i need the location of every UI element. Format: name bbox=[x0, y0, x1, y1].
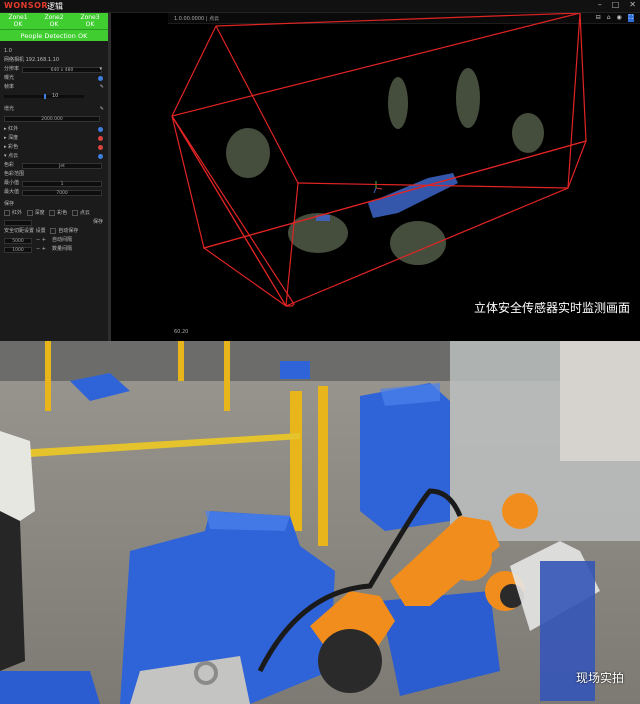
save-path-input[interactable] bbox=[4, 219, 32, 226]
window-controls: – □ ✕ bbox=[598, 0, 636, 9]
fps-readout: 60.20 bbox=[174, 329, 189, 335]
resolution-select[interactable]: 640 x 480 bbox=[22, 66, 102, 73]
version-label: 1.0 bbox=[4, 48, 12, 54]
depth-toggle[interactable] bbox=[98, 136, 103, 141]
factory-scene-image bbox=[0, 341, 640, 704]
save-button[interactable]: 保存 bbox=[93, 218, 103, 227]
colormap-row: 色彩 Jet bbox=[0, 161, 108, 170]
auto-reset-button[interactable]: 设置 bbox=[36, 228, 46, 234]
zone-3-status: Zone3 OK bbox=[80, 14, 100, 28]
save-color-checkbox[interactable] bbox=[49, 209, 56, 216]
count-row: 1000 − + 数量间隔 bbox=[0, 245, 108, 254]
framerate-slider[interactable] bbox=[4, 94, 84, 99]
close-button[interactable]: ✕ bbox=[629, 0, 636, 9]
save-ir-checkbox[interactable] bbox=[4, 209, 10, 216]
exposure-row: 曝光 bbox=[0, 74, 108, 83]
zone-status-row: Zone1 OK Zone2 OK Zone3 OK bbox=[0, 13, 108, 29]
range-header: 色彩范围 bbox=[4, 171, 25, 177]
maximize-button[interactable]: □ bbox=[612, 0, 620, 9]
interval-stepper[interactable]: − + bbox=[36, 236, 46, 245]
gain-row: 增光 ✎ bbox=[4, 105, 104, 114]
title-bar: WONSOR 逻辑 – □ ✕ bbox=[0, 0, 640, 13]
stream-row-pointcloud[interactable]: ▾ 点云 bbox=[0, 152, 108, 161]
framerate-row: 帧率 ✎ bbox=[4, 83, 104, 92]
stream-row-depth[interactable]: ▸ 深度 bbox=[0, 134, 108, 143]
slider-row: 10 bbox=[0, 92, 108, 101]
control-sidebar: Zone1 OK Zone2 OK Zone3 OK People Detection… bbox=[0, 13, 111, 341]
point-cloud-viewer[interactable]: 1.0.00.0000 | 点云 ⊟ ⌂ ◉ ⛶ 60.20 bbox=[168, 13, 640, 341]
bottom-caption: 现场实拍 bbox=[575, 671, 624, 685]
interval-input[interactable]: 5000 bbox=[4, 237, 32, 244]
auto-row: 安全切距设置 设置 自动保存 bbox=[4, 227, 79, 234]
min-row: 最小值 1 bbox=[0, 179, 108, 188]
people-detection-status: People Detection OK bbox=[0, 29, 108, 41]
top-caption: 立体安全传感器实时监测画面 bbox=[473, 301, 630, 315]
minimize-button[interactable]: – bbox=[598, 0, 602, 9]
save-row: 保存 bbox=[0, 218, 108, 227]
resolution-row: 分辨率 640 x 480 ▾ bbox=[4, 66, 102, 73]
count-stepper[interactable]: − + bbox=[36, 245, 46, 254]
app-logo-cn: 逻辑 bbox=[47, 2, 63, 11]
ip-row: 网络相机 192.168.1.10 bbox=[4, 57, 60, 63]
save-header: 保存 bbox=[4, 201, 15, 207]
app-logo: WONSOR bbox=[4, 1, 49, 10]
count-input[interactable]: 1000 bbox=[4, 246, 32, 253]
app-window: WONSOR 逻辑 – □ ✕ Zone1 OK Zone2 OK Zone3 OK … bbox=[0, 0, 640, 341]
gain-value-row: 2000.000 bbox=[0, 114, 108, 123]
edit-icon[interactable]: ✎ bbox=[100, 105, 104, 114]
max-row: 最大值 7000 bbox=[0, 188, 108, 197]
ir-toggle[interactable] bbox=[98, 127, 103, 132]
stream-row-ir[interactable]: ▸ 红外 bbox=[0, 125, 108, 134]
colormap-select[interactable]: Jet bbox=[22, 162, 102, 169]
gain-input[interactable]: 2000.000 bbox=[4, 115, 100, 122]
zone-2-status: Zone2 OK bbox=[44, 14, 64, 28]
interval-row: 5000 − + 自动间隔 bbox=[0, 236, 108, 245]
chevron-down-icon: ▾ bbox=[99, 66, 102, 72]
factory-photo: 现场实拍 bbox=[0, 341, 640, 704]
point-cloud-canvas bbox=[171, 13, 587, 307]
save-options-row: 红外 深度 彩色 点云 bbox=[0, 209, 108, 218]
zone-1-status: Zone1 OK bbox=[8, 14, 28, 28]
edit-icon[interactable]: ✎ bbox=[100, 83, 104, 92]
save-depth-checkbox[interactable] bbox=[26, 209, 33, 216]
exposure-toggle[interactable] bbox=[98, 76, 103, 81]
min-input[interactable]: 1 bbox=[22, 180, 102, 187]
color-toggle[interactable] bbox=[98, 145, 103, 150]
stream-row-color[interactable]: ▸ 彩色 bbox=[0, 143, 108, 152]
pointcloud-toggle[interactable] bbox=[98, 154, 103, 159]
max-input[interactable]: 7000 bbox=[22, 189, 102, 196]
auto-save-checkbox[interactable] bbox=[50, 227, 57, 234]
save-pointcloud-checkbox[interactable] bbox=[71, 209, 78, 216]
